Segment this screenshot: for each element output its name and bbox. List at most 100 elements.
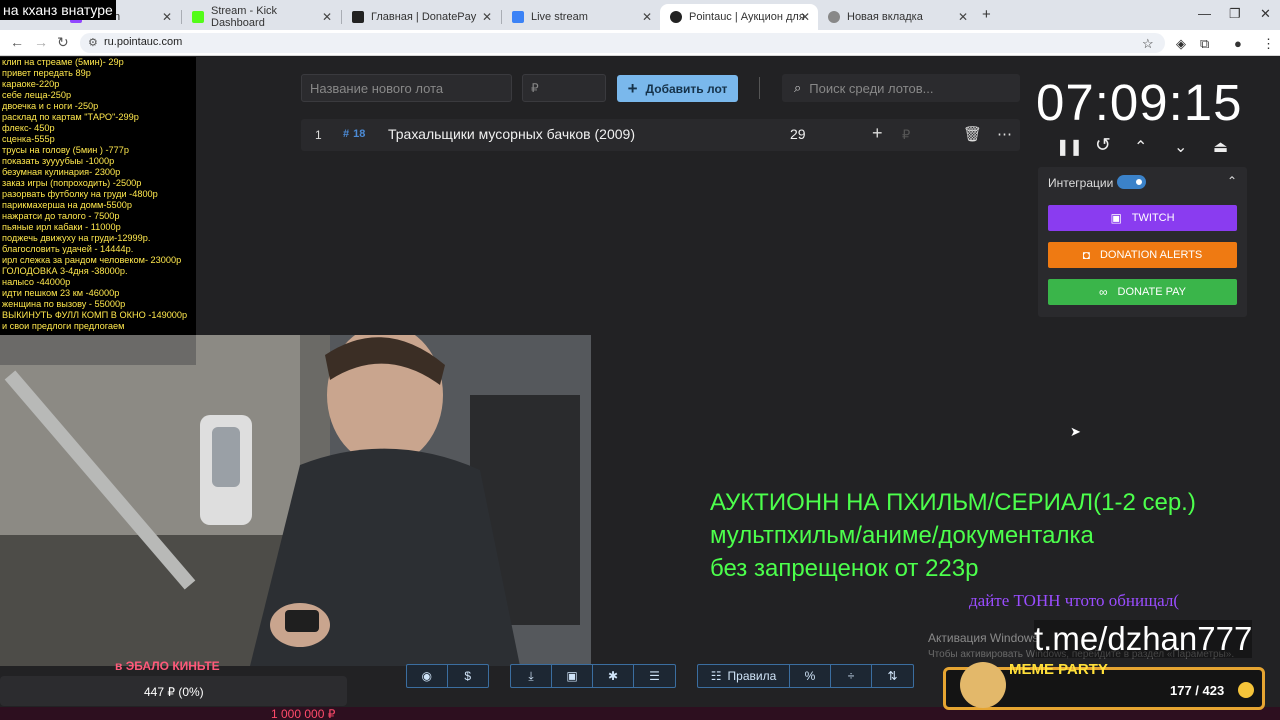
- close-tab-icon[interactable]: ✕: [958, 10, 968, 24]
- price-list-item: женщина по вызову - 55000р: [2, 299, 126, 309]
- minimize-icon[interactable]: —: [1198, 6, 1211, 21]
- chevron-down-icon[interactable]: ⌄: [1174, 137, 1187, 157]
- auction-rules-line-3: без запрещенок от 223р: [710, 555, 979, 582]
- tab-donatepay[interactable]: Главная | DonatePay ✕: [342, 4, 500, 30]
- github-icon[interactable]: ◉: [407, 665, 448, 687]
- collapse-chevron-icon[interactable]: ⌃: [1227, 174, 1237, 188]
- donatepay-label: DONATE PAY: [1117, 286, 1187, 298]
- add-lot-button[interactable]: + Добавить лот: [617, 75, 738, 102]
- add-amount-plus-icon[interactable]: +: [872, 123, 883, 144]
- tab-label: Новая вкладка: [847, 11, 923, 23]
- price-list-item: пьяные ирл кабаки - 11000р: [2, 222, 121, 232]
- coin-icon: [1238, 682, 1254, 698]
- price-list-item: безумная кулинария- 2300р: [2, 167, 121, 177]
- clear-list-icon[interactable]: ☰: [634, 665, 675, 687]
- tab-label: Live stream: [531, 11, 588, 23]
- twitch-integration-button[interactable]: ▣ TWITCH: [1048, 205, 1237, 231]
- percent-icon[interactable]: %: [790, 665, 831, 687]
- close-tab-icon[interactable]: ✕: [642, 10, 652, 24]
- close-window-icon[interactable]: ✕: [1260, 6, 1271, 22]
- tab-live-stream[interactable]: Live stream ✕: [502, 4, 660, 30]
- kick-favicon-icon: [192, 11, 204, 23]
- add-lot-label: Добавить лот: [645, 81, 728, 96]
- twitch-label: TWITCH: [1131, 212, 1175, 224]
- price-list-item: трусы на голову (5мин ) -777р: [2, 145, 130, 155]
- tab-label: Главная | DonatePay: [371, 11, 477, 23]
- toggle-knob: [1133, 176, 1145, 188]
- tab-label: Stream - Kick Dashboard: [211, 5, 278, 29]
- webcam-caption: в ЭБАЛО КИНЬТЕ: [115, 659, 220, 673]
- meme-party-widget: MEME PARTY 177 / 423: [943, 661, 1265, 710]
- price-list-item: расклад по картам "ТАРО"-299р: [2, 112, 139, 122]
- close-tab-icon[interactable]: ✕: [322, 10, 332, 24]
- download-icon[interactable]: ⤓: [511, 665, 552, 687]
- price-list-item: ВЫКИНУТЬ ФУЛЛ КОМП В ОКНО -149000р: [2, 310, 188, 320]
- lot-title[interactable]: Трахальщики мусорных бачков (2009): [388, 126, 635, 142]
- rules-button[interactable]: ☷ Правила: [698, 665, 790, 687]
- hash-icon: #: [343, 128, 350, 140]
- extension-icon[interactable]: ◈: [1176, 36, 1186, 52]
- tab-kick-dashboard[interactable]: Stream - Kick Dashboard ✕: [182, 4, 340, 30]
- tab-pointauc[interactable]: Pointauc | Аукцион для стрима ✕: [660, 4, 818, 30]
- lot-price-input[interactable]: ₽: [522, 74, 606, 102]
- donatepay-favicon-icon: [352, 11, 364, 23]
- bottom-toolbar-group-2: ⤓ ▣ ✱ ☰: [510, 664, 676, 688]
- more-menu-icon[interactable]: ⋯: [997, 125, 1012, 143]
- restore-icon[interactable]: ❐: [1229, 6, 1241, 22]
- ruble-icon[interactable]: ₽: [902, 127, 910, 143]
- youtube-studio-favicon-icon: [512, 11, 524, 23]
- lot-search-input[interactable]: ⌕ Поиск среди лотов...: [782, 74, 1020, 102]
- bug-icon[interactable]: ✱: [593, 665, 634, 687]
- reload-icon[interactable]: ↻: [57, 34, 69, 51]
- close-tab-icon[interactable]: ✕: [482, 10, 492, 24]
- new-tab-button[interactable]: +: [982, 6, 991, 23]
- pause-icon[interactable]: ❚❚: [1056, 137, 1083, 157]
- integrations-toggle[interactable]: [1117, 175, 1146, 189]
- reset-timer-icon[interactable]: ↺: [1095, 134, 1111, 157]
- delete-trash-icon[interactable]: 🗑: [963, 125, 982, 143]
- url-field[interactable]: ⚙ ru.pointauc.com: [80, 33, 1165, 53]
- integrations-panel: Интеграции ⌃ ▣ TWITCH ◘ DONATION ALERTS …: [1038, 167, 1247, 317]
- chevron-up-icon[interactable]: ⌃: [1134, 137, 1147, 157]
- tab-label: Pointauc | Аукцион для стрима: [689, 11, 807, 23]
- forward-arrow-icon[interactable]: →: [34, 34, 48, 50]
- lot-name-input[interactable]: Название нового лота: [301, 74, 512, 102]
- telegram-link-overlay: t.me/dzhan777: [1034, 620, 1253, 658]
- double-chevron-up-icon[interactable]: ⏏: [1213, 137, 1228, 157]
- price-list-item: показать зуууубыы -1000р: [2, 156, 115, 166]
- browser-tab-strip: Twitch ✕ Stream - Kick Dashboard ✕ Главн…: [0, 0, 1280, 30]
- lot-row[interactable]: 1 #18 Трахальщики мусорных бачков (2009)…: [301, 119, 1020, 151]
- search-placeholder: Поиск среди лотов...: [809, 80, 934, 96]
- donatepay-button[interactable]: ∞ DONATE PAY: [1048, 279, 1237, 305]
- price-list-item: благословить удачей - 14444р.: [2, 244, 134, 254]
- donate-dollar-icon[interactable]: $: [448, 665, 489, 687]
- auction-timer: 07:09:15: [1036, 74, 1243, 131]
- address-bar: ← → ↻ ⚙ ru.pointauc.com ☆ ◈ ⧉ ● ⋮: [0, 30, 1280, 56]
- close-tab-icon[interactable]: ✕: [162, 10, 172, 24]
- doge-icon: [960, 662, 1006, 708]
- tab-new-tab[interactable]: Новая вкладка ✕: [818, 4, 976, 30]
- extensions-puzzle-icon[interactable]: ⧉: [1200, 36, 1209, 52]
- price-list-item: привет передать 89р: [2, 68, 91, 78]
- lot-id-value: 18: [353, 128, 366, 140]
- donation-alerts-button[interactable]: ◘ DONATION ALERTS: [1048, 242, 1237, 268]
- site-info-icon[interactable]: ⚙: [88, 36, 98, 49]
- back-arrow-icon[interactable]: ←: [10, 34, 24, 50]
- sort-arrows-icon[interactable]: ⇅: [872, 665, 913, 687]
- bottom-toolbar-group-3: ☷ Правила % ÷ ⇅: [697, 664, 914, 688]
- bookmark-star-icon[interactable]: ☆: [1142, 36, 1154, 52]
- integrations-label: Интеграции: [1048, 176, 1114, 190]
- price-list-item: разорвать футболку на груди -4800р: [2, 189, 158, 199]
- close-tab-icon[interactable]: ✕: [800, 10, 810, 24]
- price-list-item: парикмахерша на домм-5500р: [2, 200, 132, 210]
- menu-kebab-icon[interactable]: ⋮: [1262, 36, 1275, 52]
- overlay-tint: [0, 335, 196, 365]
- donation-alerts-label: DONATION ALERTS: [1099, 249, 1203, 261]
- pointauc-favicon-icon: [670, 11, 682, 23]
- profile-avatar-icon[interactable]: ●: [1234, 36, 1242, 51]
- chrome-favicon-icon: [828, 11, 840, 23]
- compress-icon[interactable]: ÷: [831, 665, 872, 687]
- meme-party-label: MEME PARTY: [1009, 661, 1108, 678]
- save-icon[interactable]: ▣: [552, 665, 593, 687]
- overlay-caption: на кханз внатуре: [0, 0, 116, 20]
